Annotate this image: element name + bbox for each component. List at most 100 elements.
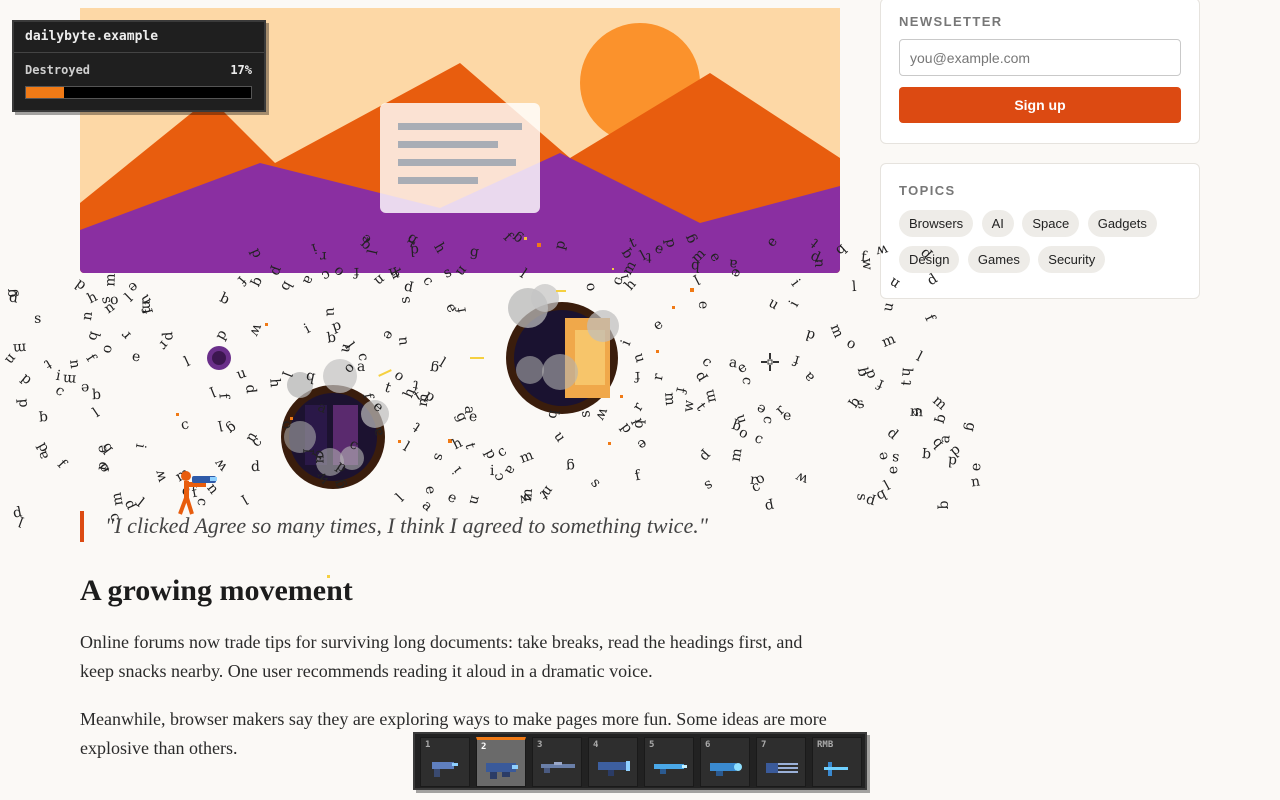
debris-letter: e (649, 316, 666, 335)
debris-letter: n (311, 454, 328, 464)
debris-letter: o (843, 334, 858, 354)
weapon-slot-5[interactable]: 5 (644, 737, 694, 787)
debris-letter: u (322, 307, 339, 318)
debris-letter: d (884, 424, 902, 443)
debris-letter: f (634, 367, 641, 385)
debris-letter: u (765, 294, 782, 313)
debris-letter: t (410, 418, 425, 435)
blaster-icon (432, 762, 458, 777)
weapon-slot-7[interactable]: 7 (756, 737, 806, 787)
topic-chip-security[interactable]: Security (1038, 246, 1106, 273)
weapon-slot-rmb[interactable]: RMB (812, 737, 862, 787)
debris-letter: l (278, 368, 295, 379)
debris-letter: q (248, 274, 267, 290)
weapon-slot-2[interactable]: 2 (476, 737, 526, 787)
debris-letter: s (577, 409, 595, 419)
debris-letter: o (95, 459, 114, 476)
weapon-slot-6[interactable]: 6 (700, 737, 750, 787)
debris-letter: f (874, 375, 886, 393)
email-field[interactable] (899, 39, 1181, 76)
debris-letter: o (752, 469, 768, 489)
debris-letter: e (80, 379, 90, 396)
debris-letter: c (698, 353, 715, 371)
debris-letter: f (860, 248, 868, 266)
debris-letter: h (84, 288, 100, 308)
debris-letter: u (550, 428, 569, 445)
debris-letter: f (921, 311, 939, 324)
debris-letter: e (884, 465, 902, 474)
topic-chip-games[interactable]: Games (967, 246, 1030, 273)
destruction-progress-fill (26, 87, 65, 98)
debris-letter: n (465, 493, 484, 506)
debris-letter: i (301, 320, 313, 338)
debris-letter: b (91, 386, 102, 403)
debris-letter: t (899, 379, 916, 387)
debris-letter: c (759, 414, 777, 425)
weapon-bar: 1 2 3 4 5 6 7 RMB (413, 732, 867, 790)
debris-letter: i (54, 367, 62, 384)
debris-letter: b (304, 368, 318, 386)
debris-letter: i (786, 298, 803, 310)
weapon-slot-3[interactable]: 3 (532, 737, 582, 787)
debris-letter: w (515, 487, 534, 508)
debris-letter: i (449, 462, 466, 477)
debris-letter: s (587, 474, 604, 491)
debris-letter: m (826, 321, 847, 341)
signup-button[interactable]: Sign up (899, 87, 1181, 123)
debris-letter: a (33, 448, 52, 462)
debris-letter: t (382, 380, 394, 397)
debris-letter: r (649, 372, 667, 382)
debris-letter: c (354, 351, 372, 363)
debris-letter: b (873, 486, 889, 505)
beam-icon (824, 762, 848, 776)
debris-letter: r (629, 399, 647, 414)
debris-letter: m (879, 331, 899, 351)
debris-letter: i (489, 462, 495, 479)
debris-letter: b (729, 417, 744, 436)
debris-letter: e (130, 348, 142, 366)
debris-letter: r (118, 327, 135, 344)
topic-chip-design[interactable]: Design (899, 246, 960, 273)
debris-letter: a (369, 424, 388, 439)
debris-letter: a (357, 359, 366, 376)
debris-letter: c (52, 381, 68, 400)
debris-letter: u (733, 412, 751, 426)
debris-letter: e (634, 435, 650, 453)
player-sprite (178, 471, 217, 515)
debris-letter: w (246, 321, 267, 339)
debris-letter: l (851, 279, 858, 296)
weapon-slot-1[interactable]: 1 (420, 737, 470, 787)
debris-letter: d (160, 331, 178, 342)
article-paragraph: Online forums now trade tips for survivi… (80, 632, 803, 681)
debris-letter: w (592, 405, 613, 423)
topic-chip-browsers[interactable]: Browsers (899, 210, 974, 237)
debris-letter: e (421, 484, 439, 496)
debris-letter: f (791, 351, 802, 369)
debris-letter: d (861, 367, 880, 381)
debris-letter: p (33, 439, 53, 456)
debris-letter: n (370, 271, 388, 290)
debris-letter: l (626, 417, 644, 428)
debris-letter: h (400, 385, 419, 401)
debris-letter: b (853, 365, 871, 378)
debris-letter: o (581, 281, 599, 293)
debris-letter: m (62, 370, 77, 387)
debris-letter: s (908, 403, 926, 420)
explosion-crater (506, 284, 619, 414)
debris-letter: q (936, 500, 953, 510)
topic-chip-ai[interactable]: AI (981, 210, 1014, 237)
debris-letter: n (1, 350, 20, 368)
debris-letter: u (137, 291, 156, 308)
topic-chip-space[interactable]: Space (1022, 210, 1080, 237)
debris-letter: d (250, 458, 260, 475)
debris-letter: f (633, 467, 642, 485)
explosion-crater (281, 359, 389, 489)
topic-chip-gadgets[interactable]: Gadgets (1087, 210, 1157, 237)
debris-letter: m (909, 403, 924, 421)
debris-letter: a (800, 368, 818, 386)
debris-letter: s (891, 449, 901, 467)
debris-letter: m (517, 447, 536, 467)
weapon-slot-4[interactable]: 4 (588, 737, 638, 787)
debris-letter: t (460, 440, 478, 451)
debris-letter: p (93, 459, 112, 472)
